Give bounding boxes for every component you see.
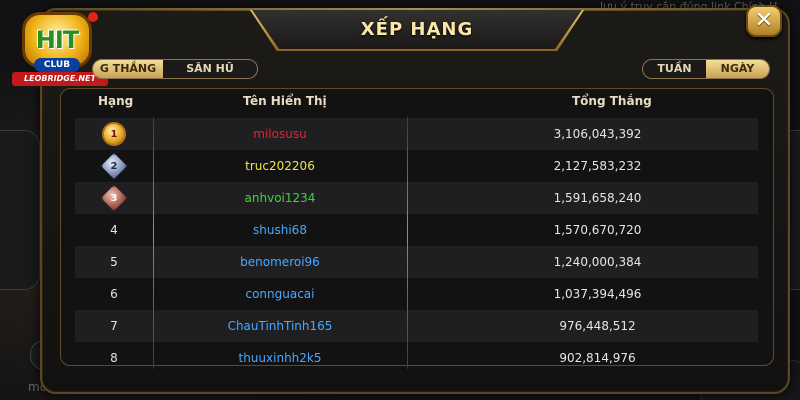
total-wins: 3,106,043,392 xyxy=(553,127,642,141)
tab-san-hu[interactable]: SĂN HŨ xyxy=(163,60,257,78)
category-tabs: G THẮNG SĂN HŨ xyxy=(92,59,258,79)
close-icon: ✕ xyxy=(754,8,774,33)
column-header-rank: Hạng xyxy=(98,94,134,108)
player-name: milosusu xyxy=(253,127,307,141)
column-divider xyxy=(153,117,154,369)
total-wins: 976,448,512 xyxy=(559,319,636,333)
tab-tuan[interactable]: TUẦN xyxy=(643,60,706,78)
table-bottom-fade xyxy=(60,366,774,376)
column-divider xyxy=(407,117,408,369)
table-row: 2 truc202206 2,127,583,232 xyxy=(75,150,758,182)
total-wins: 1,570,670,720 xyxy=(553,223,642,237)
background-left-panel xyxy=(0,130,40,290)
tab-thang[interactable]: G THẮNG xyxy=(93,60,163,78)
total-wins: 1,037,394,496 xyxy=(553,287,642,301)
period-tabs: TUẦN NGÀY xyxy=(642,59,770,79)
column-header-total: Tổng Thắng xyxy=(572,94,652,108)
silver-medal-icon: 2 xyxy=(101,153,127,179)
logo-dot-icon xyxy=(88,12,98,22)
table-row: 5 benomeroi96 1,240,000,384 xyxy=(75,246,758,278)
table-row: 4 shushi68 1,570,670,720 xyxy=(75,214,758,246)
tab-ngay[interactable]: NGÀY xyxy=(706,60,769,78)
gold-medal-icon: 1 xyxy=(102,122,126,146)
title-plate: XẾP HẠNG xyxy=(252,10,582,49)
rank-cell: 2 xyxy=(75,150,153,182)
bronze-medal-icon: 3 xyxy=(101,185,127,211)
total-wins: 1,591,658,240 xyxy=(553,191,642,205)
rank-number: 7 xyxy=(110,319,118,333)
player-name: benomeroi96 xyxy=(240,255,320,269)
player-name: anhvoi1234 xyxy=(244,191,316,205)
total-wins: 2,127,583,232 xyxy=(553,159,642,173)
logo-club-text: CLUB xyxy=(34,58,80,72)
table-row: 7 ChauTinhTinh165 976,448,512 xyxy=(75,310,758,342)
rank-cell: 1 xyxy=(75,118,153,150)
player-name: shushi68 xyxy=(253,223,307,237)
logo-brand-text: HIT xyxy=(35,26,79,54)
rank-number: 4 xyxy=(110,223,118,237)
rank-cell: 3 xyxy=(75,182,153,214)
rank-number: 5 xyxy=(110,255,118,269)
player-name: connguacai xyxy=(245,287,315,301)
rank-number: 6 xyxy=(110,287,118,301)
player-name: truc202206 xyxy=(245,159,315,173)
modal-title: XẾP HẠNG xyxy=(360,19,474,40)
table-row: 3 anhvoi1234 1,591,658,240 xyxy=(75,182,758,214)
table-row: 1 milosusu 3,106,043,392 xyxy=(75,118,758,150)
column-header-name: Tên Hiển Thị xyxy=(243,94,327,108)
table-row: 6 connguacai 1,037,394,496 xyxy=(75,278,758,310)
close-button[interactable]: ✕ xyxy=(746,5,782,37)
brand-logo: HIT CLUB LEOBRIDGE.NET xyxy=(4,6,108,86)
player-name: ChauTinhTinh165 xyxy=(227,319,333,333)
total-wins: 1,240,000,384 xyxy=(553,255,642,269)
